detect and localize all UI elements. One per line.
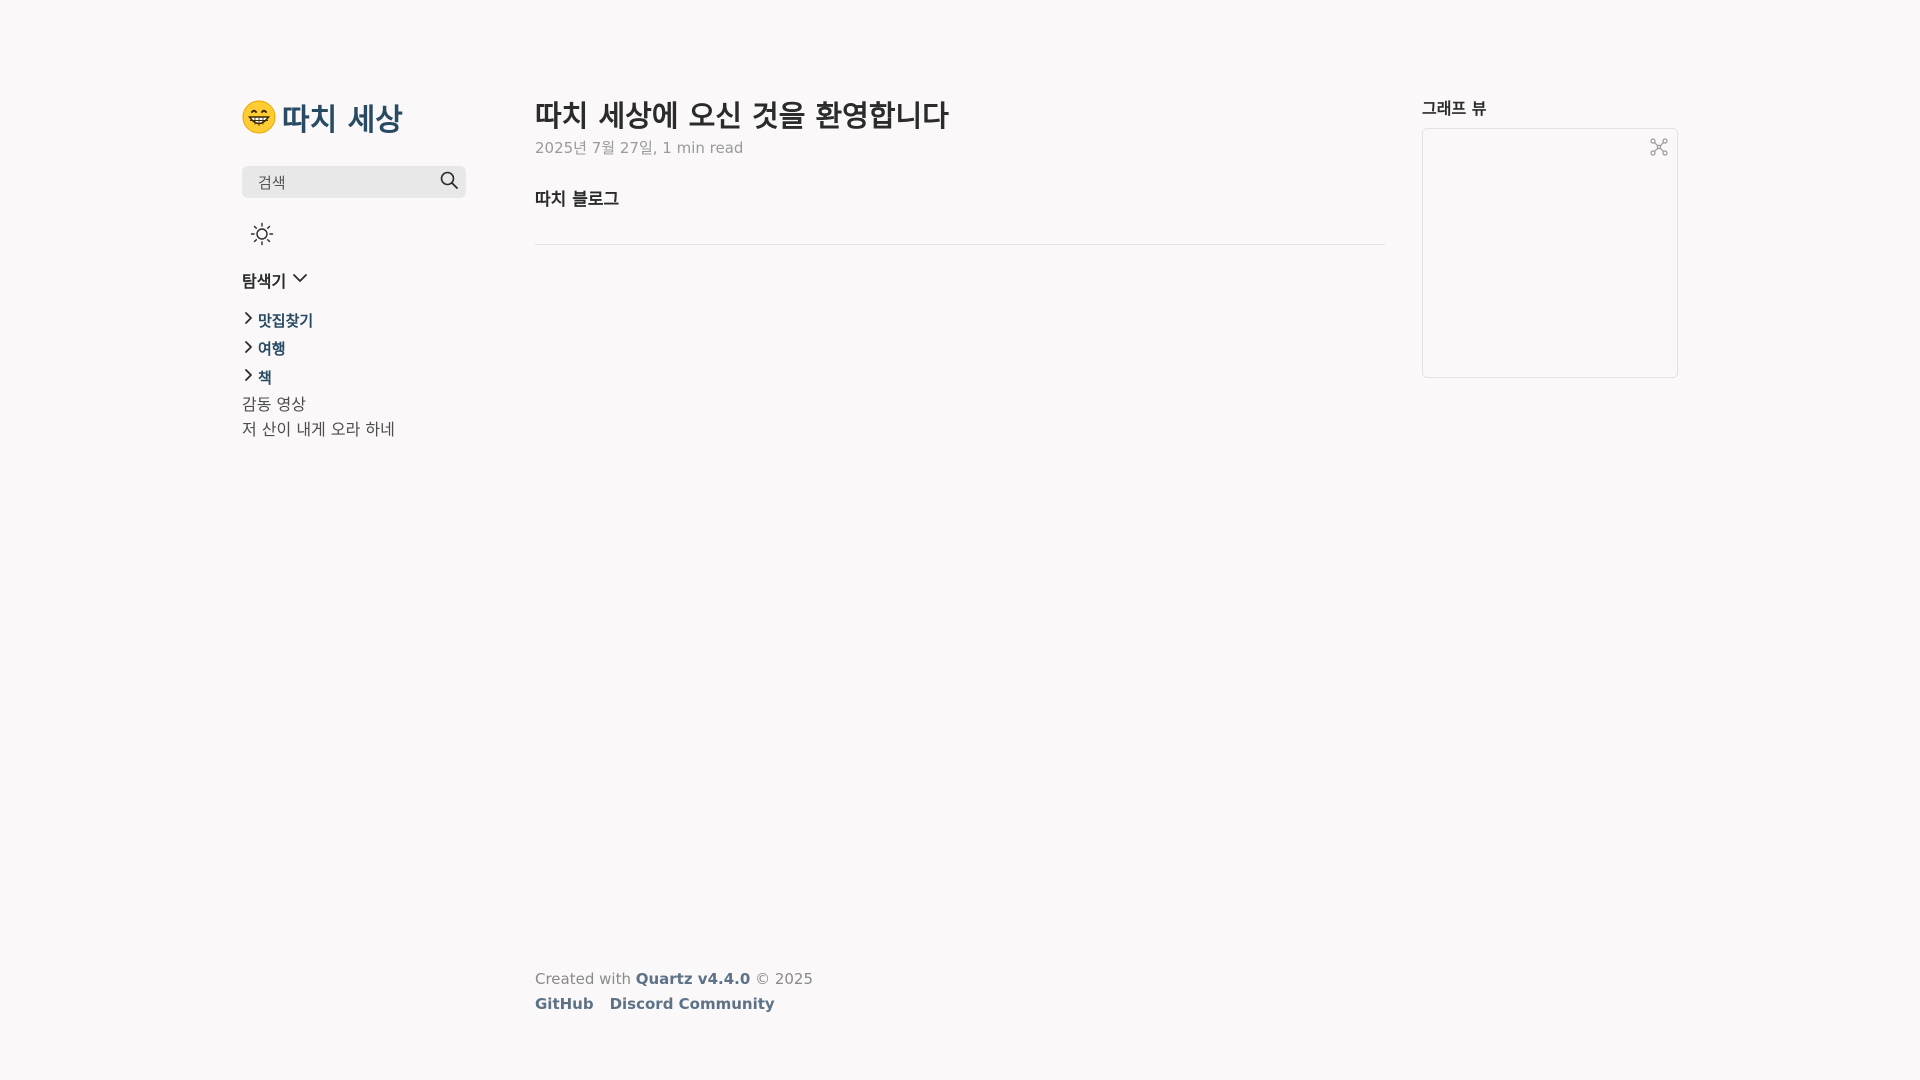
file-item-video[interactable]: 감동 영상: [242, 392, 466, 418]
dark-mode-toggle[interactable]: [250, 222, 274, 246]
quartz-link[interactable]: Quartz v4.4.0: [636, 970, 751, 988]
github-link[interactable]: GitHub: [535, 992, 594, 1017]
footer: Created with Quartz v4.4.0 © 2025 GitHub…: [535, 967, 813, 1017]
chevron-right-icon: [242, 340, 256, 358]
explorer-list: 맛집찾기 여행 책 감동 영상 저 산이 내게 오라 하네: [242, 306, 466, 443]
folder-label: 맛집찾기: [258, 311, 314, 330]
site-title-link[interactable]: 따치 세상: [242, 96, 466, 138]
graph-title: 그래프 뷰: [1422, 99, 1487, 118]
footer-credit: Created with Quartz v4.4.0 © 2025: [535, 967, 813, 992]
file-link[interactable]: 감동 영상: [242, 392, 466, 418]
page: 따치 세상 검색 탐색기 맛집찾기 여행 책 감동 영상 저 산이 내게 오라 …: [0, 0, 1920, 1080]
explorer-title: 탐색기: [242, 272, 287, 291]
chevron-down-icon: [292, 270, 308, 290]
footer-suffix: © 2025: [750, 970, 814, 988]
divider: [535, 244, 1385, 245]
chevron-right-icon: [242, 311, 256, 329]
footer-links: GitHub Discord Community: [535, 992, 813, 1017]
footer-prefix: Created with: [535, 970, 636, 988]
left-sidebar: 따치 세상 검색 탐색기 맛집찾기 여행 책 감동 영상 저 산이 내게 오라 …: [242, 96, 466, 443]
main-content: 따치 세상에 오신 것을 환영합니다 2025년 7월 27일, 1 min r…: [535, 96, 1385, 245]
file-item-mountain[interactable]: 저 산이 내게 오라 하네: [242, 417, 466, 443]
discord-link[interactable]: Discord Community: [610, 992, 775, 1017]
global-graph-icon[interactable]: [1649, 137, 1669, 157]
explorer-toggle[interactable]: 탐색기: [242, 268, 466, 292]
search-placeholder: 검색: [258, 173, 286, 192]
grinning-face-icon: [242, 100, 276, 134]
sun-icon: [250, 222, 274, 250]
article-title: 따치 세상에 오신 것을 환영합니다: [535, 99, 949, 133]
graph-canvas[interactable]: [1422, 128, 1678, 378]
content-meta: 2025년 7월 27일, 1 min read: [535, 139, 744, 157]
search-icon: [440, 171, 458, 193]
folder-item-travel[interactable]: 여행: [242, 335, 466, 364]
article-body: 따치 블로그: [535, 190, 620, 210]
file-link[interactable]: 저 산이 내게 오라 하네: [242, 417, 466, 443]
chevron-right-icon: [242, 368, 256, 386]
folder-item-books[interactable]: 책: [242, 363, 466, 392]
folder-label: 여행: [258, 340, 286, 359]
search-button[interactable]: 검색: [242, 166, 466, 198]
folder-label: 책: [258, 368, 272, 387]
site-title-text: 따치 세상: [282, 103, 403, 138]
right-sidebar: 그래프 뷰: [1422, 98, 1678, 378]
folder-item-food[interactable]: 맛집찾기: [242, 306, 466, 335]
